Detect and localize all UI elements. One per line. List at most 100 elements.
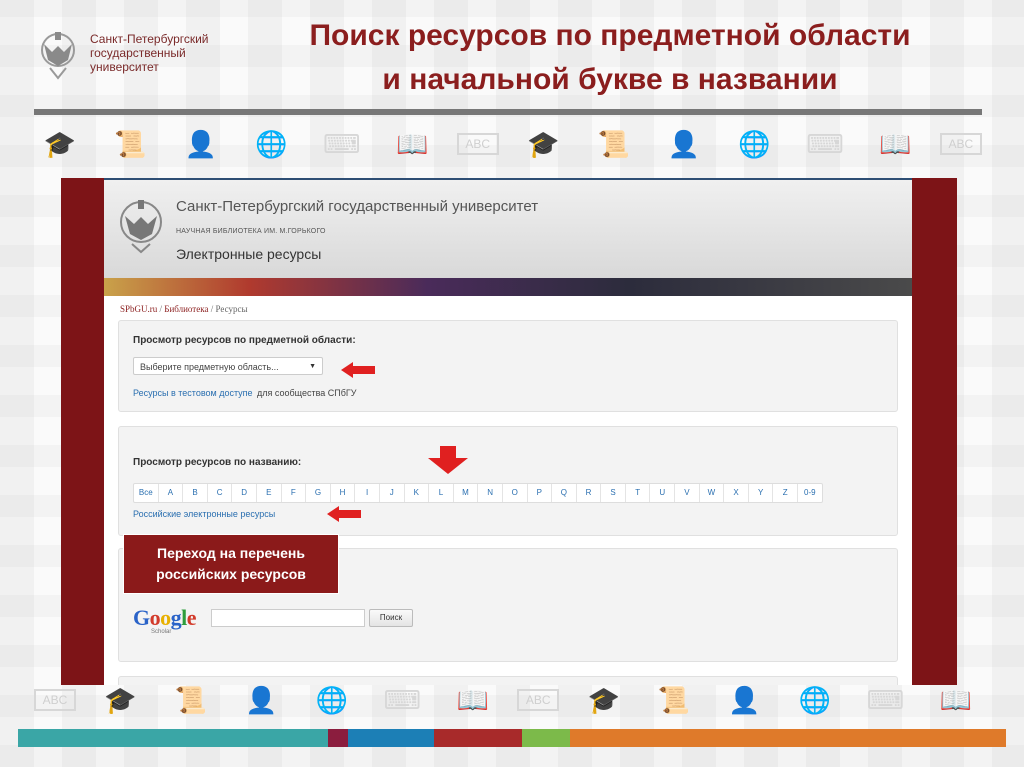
subject-area-select[interactable]: Выберите предметную область... ▼ — [133, 357, 323, 375]
abc-block-icon: ABC — [939, 133, 982, 155]
scholar-search-input[interactable] — [211, 609, 365, 627]
spbgu-logo: Санкт-Петербургский государственный унив… — [34, 26, 244, 84]
letter-filter-g[interactable]: G — [306, 484, 331, 502]
graduation-cap-icon: 🎓 — [104, 684, 137, 715]
letter-filter-s[interactable]: S — [601, 484, 626, 502]
letter-filter-f[interactable]: F — [282, 484, 307, 502]
letter-filter-o[interactable]: O — [503, 484, 528, 502]
breadcrumb-spbgu-link[interactable]: SPbGU.ru — [120, 304, 157, 314]
book-icon: 📖 — [396, 128, 429, 159]
student-icon: 👤 — [245, 684, 278, 715]
letter-filter-a[interactable]: A — [159, 484, 184, 502]
letter-filter-t[interactable]: T — [626, 484, 651, 502]
letter-filter-m[interactable]: M — [454, 484, 479, 502]
trial-resources-suffix: для сообщества СПбГУ — [257, 388, 357, 398]
keyboard-icon: ⌨ — [383, 684, 422, 715]
double-eagle-emblem-icon — [41, 32, 75, 80]
diploma-icon: 📜 — [174, 684, 208, 715]
student-icon: 👤 — [184, 128, 218, 159]
letter-filter-0-9[interactable]: 0-9 — [798, 484, 822, 502]
letter-filter-h[interactable]: H — [331, 484, 356, 502]
letter-filter-z[interactable]: Z — [773, 484, 799, 502]
letter-filter-all[interactable]: Все — [134, 484, 159, 502]
student-icon: 👤 — [667, 128, 701, 159]
arrow-down-icon — [428, 446, 468, 474]
letter-filter-b[interactable]: B — [183, 484, 208, 502]
subject-browse-heading: Просмотр ресурсов по предметной области: — [133, 335, 356, 346]
letter-filter-v[interactable]: V — [675, 484, 700, 502]
alphabet-filter: Все A B C D E F G H I J K L M N O P Q R … — [133, 483, 823, 503]
university-seal-icon — [120, 200, 162, 254]
title-browse-panel: Просмотр ресурсов по названию: Все A B C… — [118, 426, 898, 536]
globe-icon: 🌐 — [255, 128, 288, 159]
footer-bar-red — [434, 729, 522, 747]
book-icon: 📖 — [456, 684, 489, 715]
keyboard-icon: ⌨ — [323, 128, 361, 159]
logo-text: Санкт-Петербургский государственный унив… — [90, 32, 209, 74]
footer-bar-orange — [570, 729, 1006, 747]
russian-resources-link[interactable]: Российские электронные ресурсы — [133, 509, 275, 519]
trial-access-line: Ресурсы в тестовом доступе для сообществ… — [133, 383, 357, 401]
breadcrumb: SPbGU.ru / Библиотека / Ресурсы — [120, 304, 248, 314]
letter-filter-n[interactable]: N — [478, 484, 503, 502]
header-banner-stripe — [104, 278, 912, 296]
breadcrumb-current: Ресурсы — [215, 304, 248, 314]
letter-filter-x[interactable]: X — [724, 484, 749, 502]
letter-filter-e[interactable]: E — [257, 484, 282, 502]
slide-title-line-2: и начальной букве в названии — [382, 63, 838, 96]
letter-filter-k[interactable]: K — [405, 484, 430, 502]
footer-bar-magenta — [328, 729, 348, 747]
diploma-icon: 📜 — [114, 128, 147, 159]
breadcrumb-library-link[interactable]: Библиотека — [164, 304, 208, 314]
letter-filter-u[interactable]: U — [650, 484, 676, 502]
callout-box: Переход на перечень российских ресурсов — [123, 534, 339, 594]
breadcrumb-separator: / — [159, 304, 163, 314]
decorative-icon-row-top: 🎓 📜 👤 🌐 ⌨ 📖 ABC 🎓 📜 👤 🌐 ⌨ 📖 ABC — [34, 124, 982, 164]
keyboard-icon: ⌨ — [806, 128, 844, 159]
site-header: Санкт-Петербургский государственный унив… — [104, 178, 912, 280]
title-divider — [34, 109, 982, 115]
abc-block-icon: ABC — [517, 689, 560, 711]
footer-bar-blue — [348, 729, 434, 747]
library-website-screenshot: Санкт-Петербургский государственный унив… — [104, 178, 912, 685]
section-title: Электронные ресурсы — [176, 246, 322, 262]
google-logo-text: Google — [133, 605, 197, 630]
scholar-search-button[interactable]: Поиск — [369, 609, 413, 627]
letter-filter-r[interactable]: R — [577, 484, 602, 502]
abc-block-icon: ABC — [34, 689, 76, 711]
trial-resources-link[interactable]: Ресурсы в тестовом доступе — [133, 388, 253, 398]
slide-title-line-1: Поиск ресурсов по предметной области — [309, 19, 911, 52]
globe-icon: 🌐 — [738, 128, 771, 159]
letter-filter-l[interactable]: L — [429, 484, 454, 502]
diploma-icon: 📜 — [657, 684, 691, 715]
arrow-left-icon — [327, 506, 361, 522]
letter-filter-w[interactable]: W — [700, 484, 725, 502]
google-scholar-logo: Google Scholar — [133, 605, 209, 635]
letter-filter-p[interactable]: P — [528, 484, 553, 502]
title-browse-heading: Просмотр ресурсов по названию: — [133, 457, 302, 468]
letter-filter-i[interactable]: I — [355, 484, 380, 502]
subject-area-select-value: Выберите предметную область... — [140, 362, 279, 372]
breadcrumb-separator: / — [210, 304, 214, 314]
letter-filter-j[interactable]: J — [380, 484, 405, 502]
book-icon: 📖 — [939, 684, 973, 715]
graduation-cap-icon: 🎓 — [526, 128, 560, 159]
student-icon: 👤 — [728, 684, 761, 715]
graduation-cap-icon: 🎓 — [587, 684, 620, 715]
book-icon: 📖 — [879, 128, 912, 159]
slide-title: Поиск ресурсов по предметной области и н… — [250, 14, 970, 102]
scholar-label: Scholar — [151, 629, 172, 635]
abc-block-icon: ABC — [456, 133, 499, 155]
letter-filter-y[interactable]: Y — [749, 484, 774, 502]
letter-filter-q[interactable]: Q — [552, 484, 577, 502]
site-subtitle: НАУЧНАЯ БИБЛИОТЕКА ИМ. М.ГОРЬКОГО — [176, 228, 326, 235]
next-panel — [118, 676, 898, 685]
letter-filter-c[interactable]: C — [208, 484, 233, 502]
footer-bar-teal — [18, 729, 328, 747]
diploma-icon: 📜 — [597, 128, 630, 159]
screenshot-frame: Санкт-Петербургский государственный унив… — [61, 178, 957, 685]
keyboard-icon: ⌨ — [866, 684, 905, 715]
globe-icon: 🌐 — [798, 684, 832, 715]
subject-browse-panel: Просмотр ресурсов по предметной области:… — [118, 320, 898, 412]
letter-filter-d[interactable]: D — [232, 484, 257, 502]
